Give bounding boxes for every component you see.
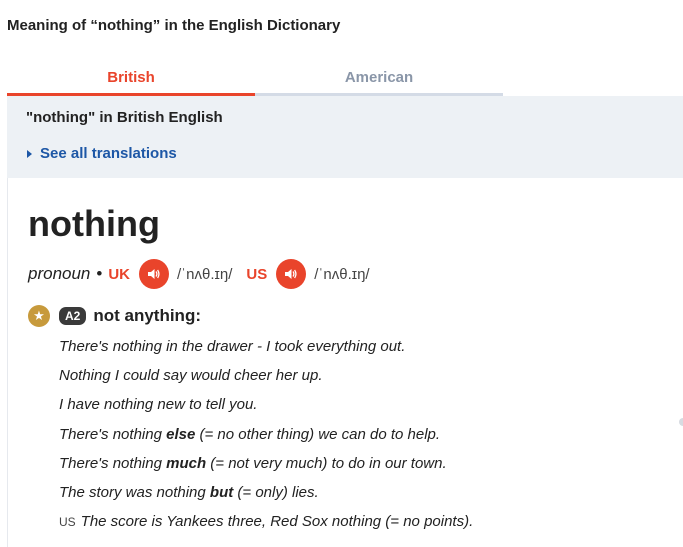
tab-american[interactable]: American [255, 64, 503, 96]
speaker-icon [148, 269, 160, 279]
definition: not anything: [93, 306, 201, 325]
uk-label: UK [108, 265, 131, 283]
us-label: US [246, 265, 268, 283]
translations-panel: "nothing" in British English See all tra… [7, 96, 683, 178]
star-icon[interactable]: ★ [28, 305, 50, 327]
example-sentence: There's nothing in the drawer - I took e… [59, 338, 406, 355]
dictionary-entry: nothing pronoun • UK /ˈnʌθ.ɪŋ/ US /ˈnʌθ.… [7, 178, 683, 547]
scroll-handle[interactable] [679, 418, 683, 426]
caret-right-icon [27, 149, 32, 158]
us-ipa: /ˈnʌθ.ɪŋ/ [314, 265, 370, 283]
page-heading: Meaning of “nothing” in the English Dict… [7, 17, 341, 34]
example-sentence: Nothing I could say would cheer her up. [59, 367, 323, 385]
example-sentence: There's nothing else (= no other thing) … [59, 425, 441, 443]
example-sentence: US The score is Yankees three, Red Sox no… [59, 513, 474, 531]
us-usage-label: US [59, 515, 76, 530]
headword: nothing [28, 203, 160, 244]
us-audio-button[interactable] [276, 259, 307, 289]
tab-british[interactable]: British [7, 64, 255, 96]
part-of-speech: pronoun [28, 264, 91, 283]
dictionary-tabs: British American [7, 64, 503, 96]
example-sentence: I have nothing new to tell you. [59, 396, 258, 414]
see-all-label: See all translations [40, 145, 177, 162]
sense-header: ★ A2 not anything: [28, 305, 201, 327]
pronunciation-line: pronoun • UK /ˈnʌθ.ɪŋ/ US /ˈnʌθ.ɪŋ/ [28, 259, 384, 289]
uk-audio-button[interactable] [139, 259, 170, 289]
speaker-icon [285, 269, 297, 279]
see-all-translations-link[interactable]: See all translations [27, 145, 177, 162]
example-list: There's nothing in the drawer - I took e… [59, 337, 473, 541]
uk-ipa: /ˈnʌθ.ɪŋ/ [177, 265, 233, 283]
separator-dot: • [96, 264, 103, 283]
example-sentence: The story was nothing but (= only) lies. [59, 483, 319, 501]
panel-title: "nothing" in British English [26, 109, 223, 126]
cefr-level-badge: A2 [59, 307, 87, 325]
example-sentence: There's nothing much (= not very much) t… [59, 454, 447, 472]
